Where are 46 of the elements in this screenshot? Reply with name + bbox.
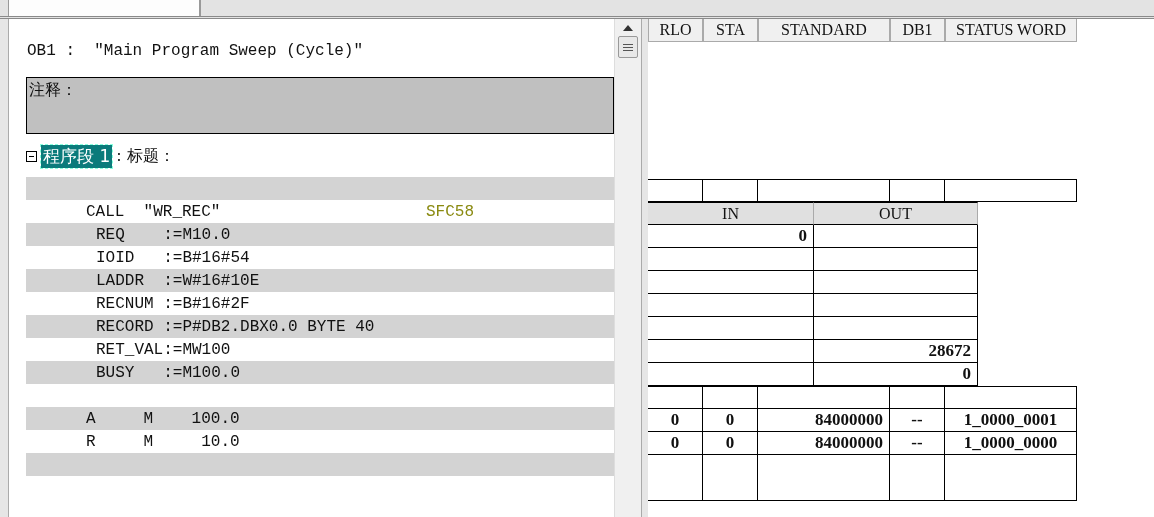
status-cell: 1_0000_0000 [945,432,1077,455]
status-cell: 0 [703,409,758,432]
status-cell: 0 [648,409,703,432]
code-text: RECORD :=P#DB2.DBX0.0 BYTE 40 [96,317,375,336]
status-cell [648,455,703,501]
status-cell: 84000000 [758,409,890,432]
status-cell: -- [890,432,945,455]
column-header: STATUS WORD [945,19,1077,42]
status-cell [703,386,758,409]
param-cell: 28672 [814,340,978,363]
column-header: IN [648,202,814,225]
comment-field[interactable]: 注释： [26,77,614,134]
column-header: OUT [814,202,978,225]
scroll-thumb[interactable] [618,36,638,58]
status-cell: 1_0000_0001 [945,409,1077,432]
code-text: IOID :=B#16#54 [96,248,250,267]
code-text: CALL "WR_REC" [86,202,221,221]
status-cell [648,386,703,409]
block-title: OB1 : "Main Program Sweep (Cycle)" [26,41,364,62]
column-header: STANDARD [758,19,890,42]
comment-label: 注释： [29,80,77,99]
scroll-up-icon[interactable] [623,25,633,31]
code-text: RECNUM :=B#16#2F [96,294,250,313]
column-header: RLO [648,19,703,42]
code-text: REQ :=M10.0 [96,225,231,244]
status-cell [890,455,945,501]
code-text: A M 100.0 [86,409,240,428]
code-text: LADDR :=W#16#10E [96,271,260,290]
code-text: R M 10.0 [86,432,240,451]
status-cell: 0 [648,432,703,455]
column-header: STA [703,19,758,42]
block-name: SFC58 [426,202,474,221]
param-cell: 0 [814,363,978,386]
code-text: BUSY :=M100.0 [96,363,241,382]
param-cell: 0 [648,225,814,248]
status-cell: -- [890,409,945,432]
scrollbar[interactable] [614,19,641,517]
status-cell: 0 [703,432,758,455]
column-header: DB1 [890,19,945,42]
status-cell [890,386,945,409]
network-label[interactable]: 程序段 1 [41,144,113,168]
code-text: RET_VAL:=MW100 [96,340,231,359]
collapse-icon[interactable] [26,150,37,162]
status-cell: 84000000 [758,432,890,455]
status-cell [703,455,758,501]
network-title-label: : 标题： [116,145,175,167]
